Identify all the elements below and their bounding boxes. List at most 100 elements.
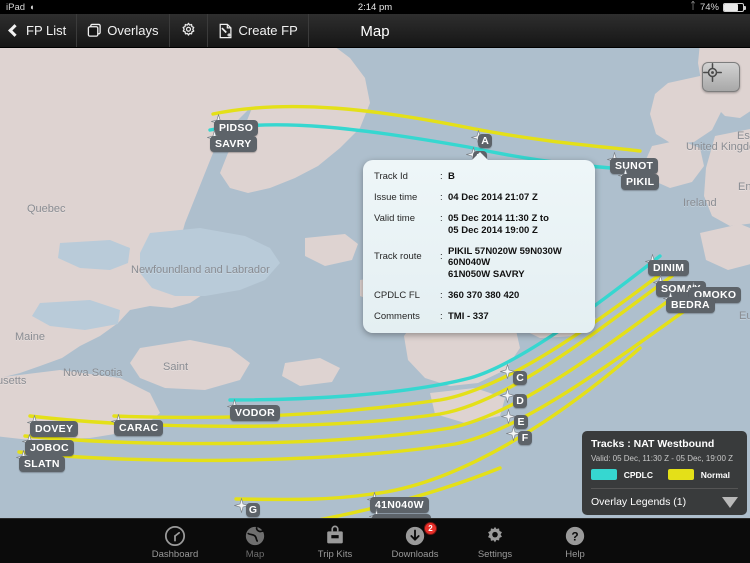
legend-valid-period: Valid: 05 Dec, 11:30 Z - 05 Dec, 19:00 Z (591, 454, 733, 463)
tab-label: Settings (477, 549, 513, 560)
popup-row-issue-time: Issue time : 04 Dec 2014 21:07 Z (374, 192, 585, 204)
download-icon (404, 525, 426, 547)
tab-trip-kits[interactable]: Trip Kits (295, 522, 375, 560)
track-marker-a[interactable]: A (478, 134, 492, 148)
tab-help[interactable]: ? Help (535, 522, 615, 560)
fp-list-label: FP List (26, 23, 67, 38)
tab-label: Help (565, 549, 585, 560)
globe-icon (244, 525, 266, 547)
comments-value: TMI - 337 (448, 311, 489, 322)
valid-time-line-2: 05 Dec 2014 19:00 Z (448, 224, 538, 236)
nav-toolbar: FP List Overlays Create FP Map (0, 14, 750, 48)
map-canvas[interactable]: .land { fill:#ded3d1; } .water{ fill:#b9… (0, 48, 750, 518)
colon-4: : (440, 250, 443, 262)
legend-swatch-normal (667, 469, 694, 480)
locate-me-button[interactable] (702, 62, 740, 92)
valid-time-label: Valid time (374, 212, 416, 224)
battery-icon (723, 2, 746, 12)
cpdlc-fl-label: CPDLC FL (374, 290, 420, 302)
status-bar: iPad ◖ 2:14 pm ᛏ 74% (0, 0, 750, 14)
cpdlc-fl-value: 360 370 380 420 (448, 290, 520, 302)
map-settings-button[interactable] (170, 14, 208, 47)
caret-down-icon[interactable] (722, 496, 738, 508)
overlays-label: Overlays (107, 23, 159, 38)
tab-label: Downloads (391, 549, 439, 560)
chevron-left-icon (8, 24, 21, 37)
waypoint-label[interactable]: DINIM (648, 260, 690, 276)
legend-panel: Tracks : NAT Westbound Valid: 05 Dec, 11… (582, 431, 747, 515)
status-bar-right: ᛏ 74% (689, 1, 746, 13)
colon-2: : (440, 191, 443, 203)
track-marker-f[interactable]: F (518, 431, 532, 445)
svg-text:?: ? (571, 530, 578, 544)
waypoint-label[interactable]: PIDSO (214, 120, 259, 136)
waypoint-label[interactable]: JOBOC (25, 440, 74, 456)
tab-label: Trip Kits (317, 549, 353, 560)
bottom-tab-bar: Dashboard Map Trip Kits Downloads 2 Settings?… (0, 518, 750, 563)
waypoint-label[interactable]: CARAC (114, 420, 164, 436)
colon-6: : (440, 311, 443, 322)
track-marker-e[interactable]: E (514, 415, 528, 429)
gear-icon (484, 525, 506, 547)
legend-keys: CPDLC Normal (591, 469, 738, 488)
briefcase-icon (324, 525, 346, 547)
popup-row-cpdlc-fl: CPDLC FL : 360 370 380 420 (374, 290, 585, 302)
waypoint-label[interactable]: DOVEY (30, 421, 79, 437)
waypoint-label[interactable]: SLATN (19, 456, 65, 472)
tab-downloads[interactable]: Downloads 2 (375, 522, 455, 560)
valid-time-line-1: 05 Dec 2014 11:30 Z to (448, 212, 549, 224)
fp-list-back-button[interactable]: FP List (0, 14, 78, 47)
issue-time-label: Issue time (374, 191, 418, 203)
question-icon: ? (564, 525, 586, 547)
colon-3: : (440, 212, 443, 224)
track-id-value: B (448, 171, 455, 182)
waypoint-label[interactable]: SAVRY (210, 136, 257, 152)
popup-row-track-id: Track Id : B (374, 171, 585, 183)
track-marker-d[interactable]: D (513, 394, 527, 408)
battery-percent: 74% (699, 1, 719, 13)
dashboard-icon (164, 525, 186, 547)
legend-title: Tracks : NAT Westbound (591, 438, 715, 450)
issue-time-value: 04 Dec 2014 21:07 Z (448, 191, 538, 203)
app-root: iPad ◖ 2:14 pm ᛏ 74% FP List Overlays Cr… (0, 0, 750, 563)
track-route-line-1: PIKIL 57N020W 59N030W 60N040W (448, 245, 562, 269)
overlay-legends-label: Overlay Legends (1) (591, 496, 687, 508)
legend-key-cpdlc: CPDLC (623, 469, 653, 480)
comments-label: Comments (374, 311, 420, 322)
bluetooth-icon: ᛏ (689, 1, 696, 12)
popup-row-comments: Comments : TMI - 337 (374, 311, 585, 323)
create-fp-label: Create FP (238, 23, 298, 38)
tab-label: Map (245, 549, 265, 560)
waypoint-label[interactable]: BEDRA (666, 297, 715, 313)
create-fp-button[interactable]: Create FP (208, 14, 309, 47)
waypoint-label[interactable]: PIKIL (621, 174, 660, 190)
waypoint-label[interactable]: 41N040W (370, 497, 429, 513)
tab-dashboard[interactable]: Dashboard (135, 522, 215, 560)
new-document-icon (218, 23, 234, 39)
legend-swatch-cpdlc (591, 469, 617, 480)
track-route-value: PIKIL 57N020W 59N030W 60N040W 61N050W SA… (448, 246, 585, 282)
track-marker-g[interactable]: G (246, 503, 260, 517)
track-detail-popup: Track Id : B Issue time : 04 Dec 2014 21… (363, 152, 595, 333)
waypoint-label[interactable]: VODOR (230, 405, 281, 421)
colon-1: : (440, 171, 443, 182)
tab-map[interactable]: Map (215, 522, 295, 560)
gear-icon (180, 22, 197, 39)
waypoint-label[interactable]: SUNOT (610, 158, 659, 174)
layers-icon (87, 23, 102, 38)
popup-row-track-route: Track route : PIKIL 57N020W 59N030W 60N0… (374, 246, 585, 282)
track-id-label: Track Id (374, 171, 408, 182)
valid-time-value: 05 Dec 2014 11:30 Z to 05 Dec 2014 19:00… (448, 213, 585, 237)
colon-5: : (440, 290, 443, 302)
overlays-button[interactable]: Overlays (77, 14, 170, 47)
popup-row-valid-time: Valid time : 05 Dec 2014 11:30 Z to 05 D… (374, 213, 585, 237)
track-marker-c[interactable]: C (513, 371, 527, 385)
track-route-label: Track route (374, 250, 422, 262)
track-route-line-2: 61N050W SAVRY (448, 269, 525, 281)
overlay-legends-toggle[interactable]: Overlay Legends (1) (591, 488, 738, 515)
tab-settings[interactable]: Settings (455, 522, 535, 560)
legend-key-normal: Normal (700, 469, 730, 480)
status-bar-clock: 2:14 pm (357, 1, 393, 13)
tab-label: Dashboard (151, 549, 199, 560)
tab-badge: 2 (424, 522, 437, 535)
